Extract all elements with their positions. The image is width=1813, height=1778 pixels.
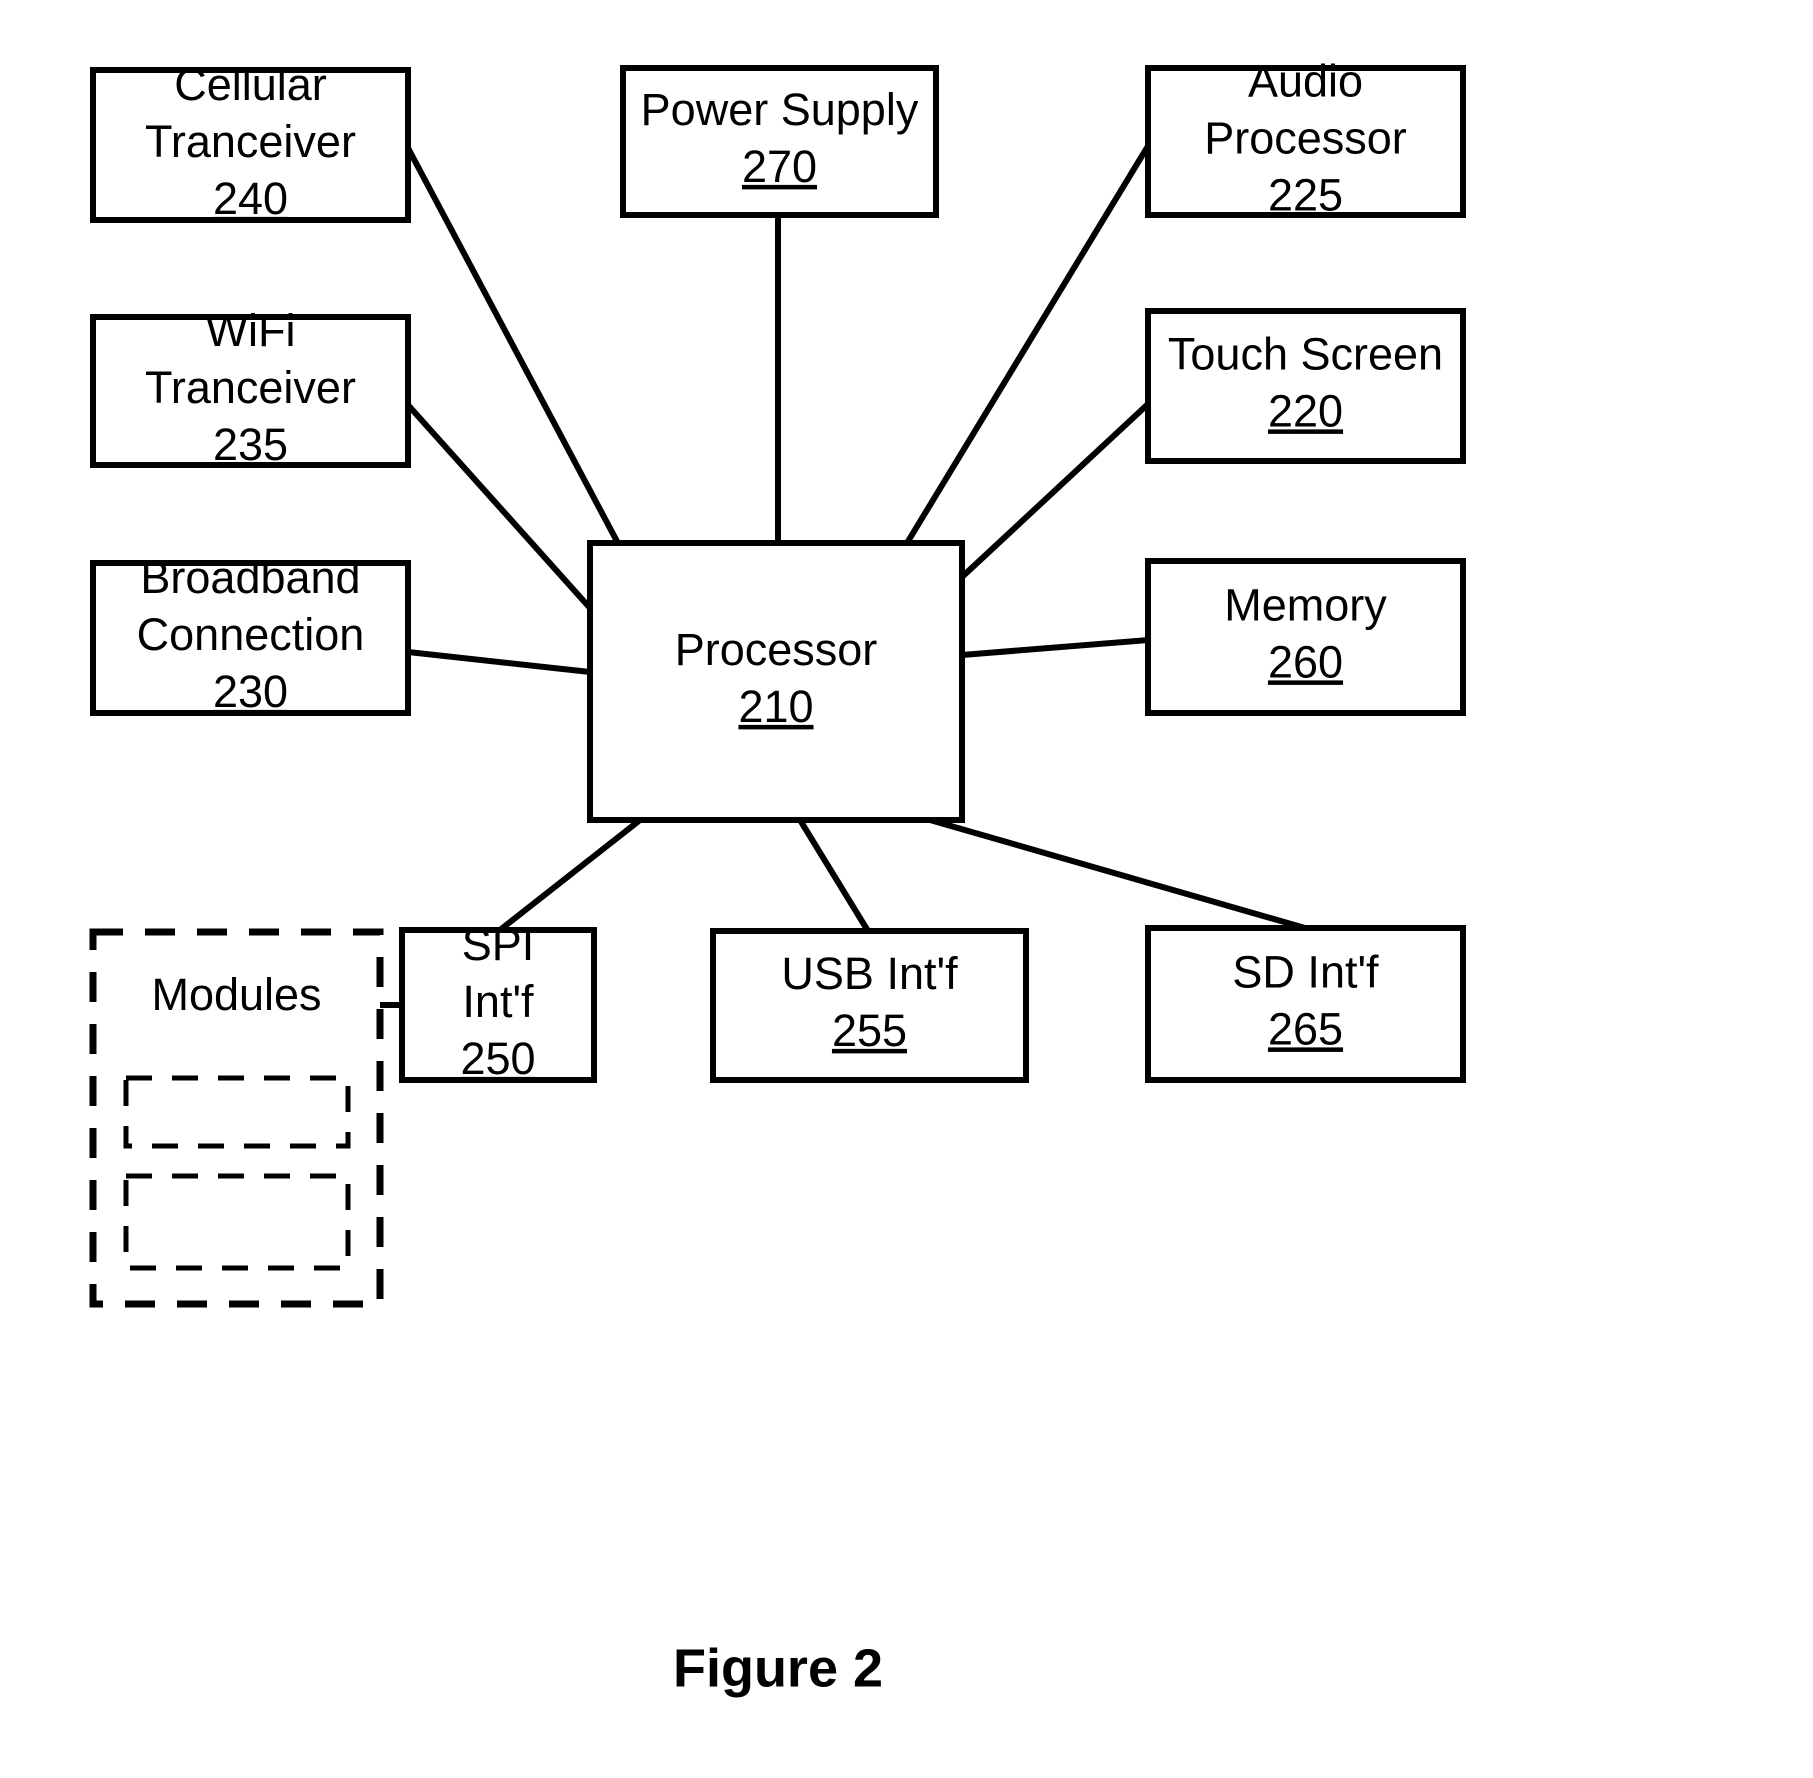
node-audio-processor-label-2: Processor [1204,112,1407,163]
link-processor-sd [929,817,1306,931]
node-audio-processor[interactable]: Audio Processor 225 [1145,55,1466,220]
node-spi-interface[interactable]: SPI Int'f 250 [399,919,597,1084]
node-sd-interface-reference-number: 265 [1268,1003,1343,1054]
node-cellular-tranceiver-label-2: Tranceiver [145,116,356,167]
link-processor-broadband [407,649,591,675]
link-processor-spi [498,817,642,933]
node-spi-interface-label-1: SPI [462,919,535,970]
node-usb-interface[interactable]: USB Int'f 255 [710,928,1029,1083]
node-broadband-connection-reference-number: 230 [213,666,288,717]
module-slot-2[interactable] [123,1173,351,1271]
node-touch-screen-reference-number: 220 [1268,385,1343,436]
node-power-supply-reference-number: 270 [742,141,817,192]
module-slot-1[interactable] [123,1075,351,1149]
node-power-supply-label-1: Power Supply [641,84,919,135]
node-power-supply[interactable]: Power Supply 270 [620,65,939,218]
node-processor-reference-number: 210 [738,681,813,732]
node-cellular-tranceiver-label-1: Cellular [174,59,327,110]
node-cellular-tranceiver[interactable]: Cellular Tranceiver 240 [90,59,411,224]
node-processor[interactable]: Processor 210 [587,540,965,823]
node-modules-label-1: Modules [151,969,321,1020]
node-sd-interface-label-1: SD Int'f [1232,946,1379,997]
node-spi-interface-reference-number: 250 [460,1033,535,1084]
node-processor-label-1: Processor [675,624,878,675]
link-processor-audio [904,144,1151,545]
link-processor-cellular [405,146,623,549]
link-processor-usb [797,818,871,933]
node-wifi-tranceiver[interactable]: WiFi Tranceiver 235 [90,305,411,470]
node-usb-interface-reference-number: 255 [832,1005,907,1056]
node-cellular-tranceiver-reference-number: 240 [213,173,288,224]
node-memory[interactable]: Memory 260 [1145,558,1466,716]
node-broadband-connection[interactable]: Broadband Connection 230 [90,552,411,717]
node-wifi-tranceiver-label-2: Tranceiver [145,362,356,413]
node-spi-interface-label-2: Int'f [462,976,534,1027]
node-touch-screen-label-1: Touch Screen [1168,328,1443,379]
figure-caption: Figure 2 [673,1638,883,1698]
link-processor-memory [961,637,1149,658]
link-processor-touch [959,401,1151,580]
node-wifi-tranceiver-reference-number: 235 [213,419,288,470]
node-broadband-connection-label-1: Broadband [140,552,360,603]
node-audio-processor-reference-number: 225 [1268,169,1343,220]
node-usb-interface-label-1: USB Int'f [781,948,958,999]
node-sd-interface[interactable]: SD Int'f 265 [1145,925,1466,1083]
figure-container: Cellular Tranceiver 240 WiFi Tranceiver 235 Br… [0,0,1813,1778]
node-wifi-tranceiver-label-1: WiFi [206,305,296,356]
node-memory-reference-number: 260 [1268,636,1343,687]
node-modules[interactable]: Modules [89,928,384,1308]
block-diagram: Cellular Tranceiver 240 WiFi Tranceiver 235 Br… [89,55,1466,1698]
node-audio-processor-label-1: Audio [1248,55,1363,106]
node-memory-label-1: Memory [1224,579,1387,630]
node-touch-screen[interactable]: Touch Screen 220 [1145,308,1466,464]
node-broadband-connection-label-2: Connection [137,609,365,660]
module-slots-layer [123,1075,351,1271]
